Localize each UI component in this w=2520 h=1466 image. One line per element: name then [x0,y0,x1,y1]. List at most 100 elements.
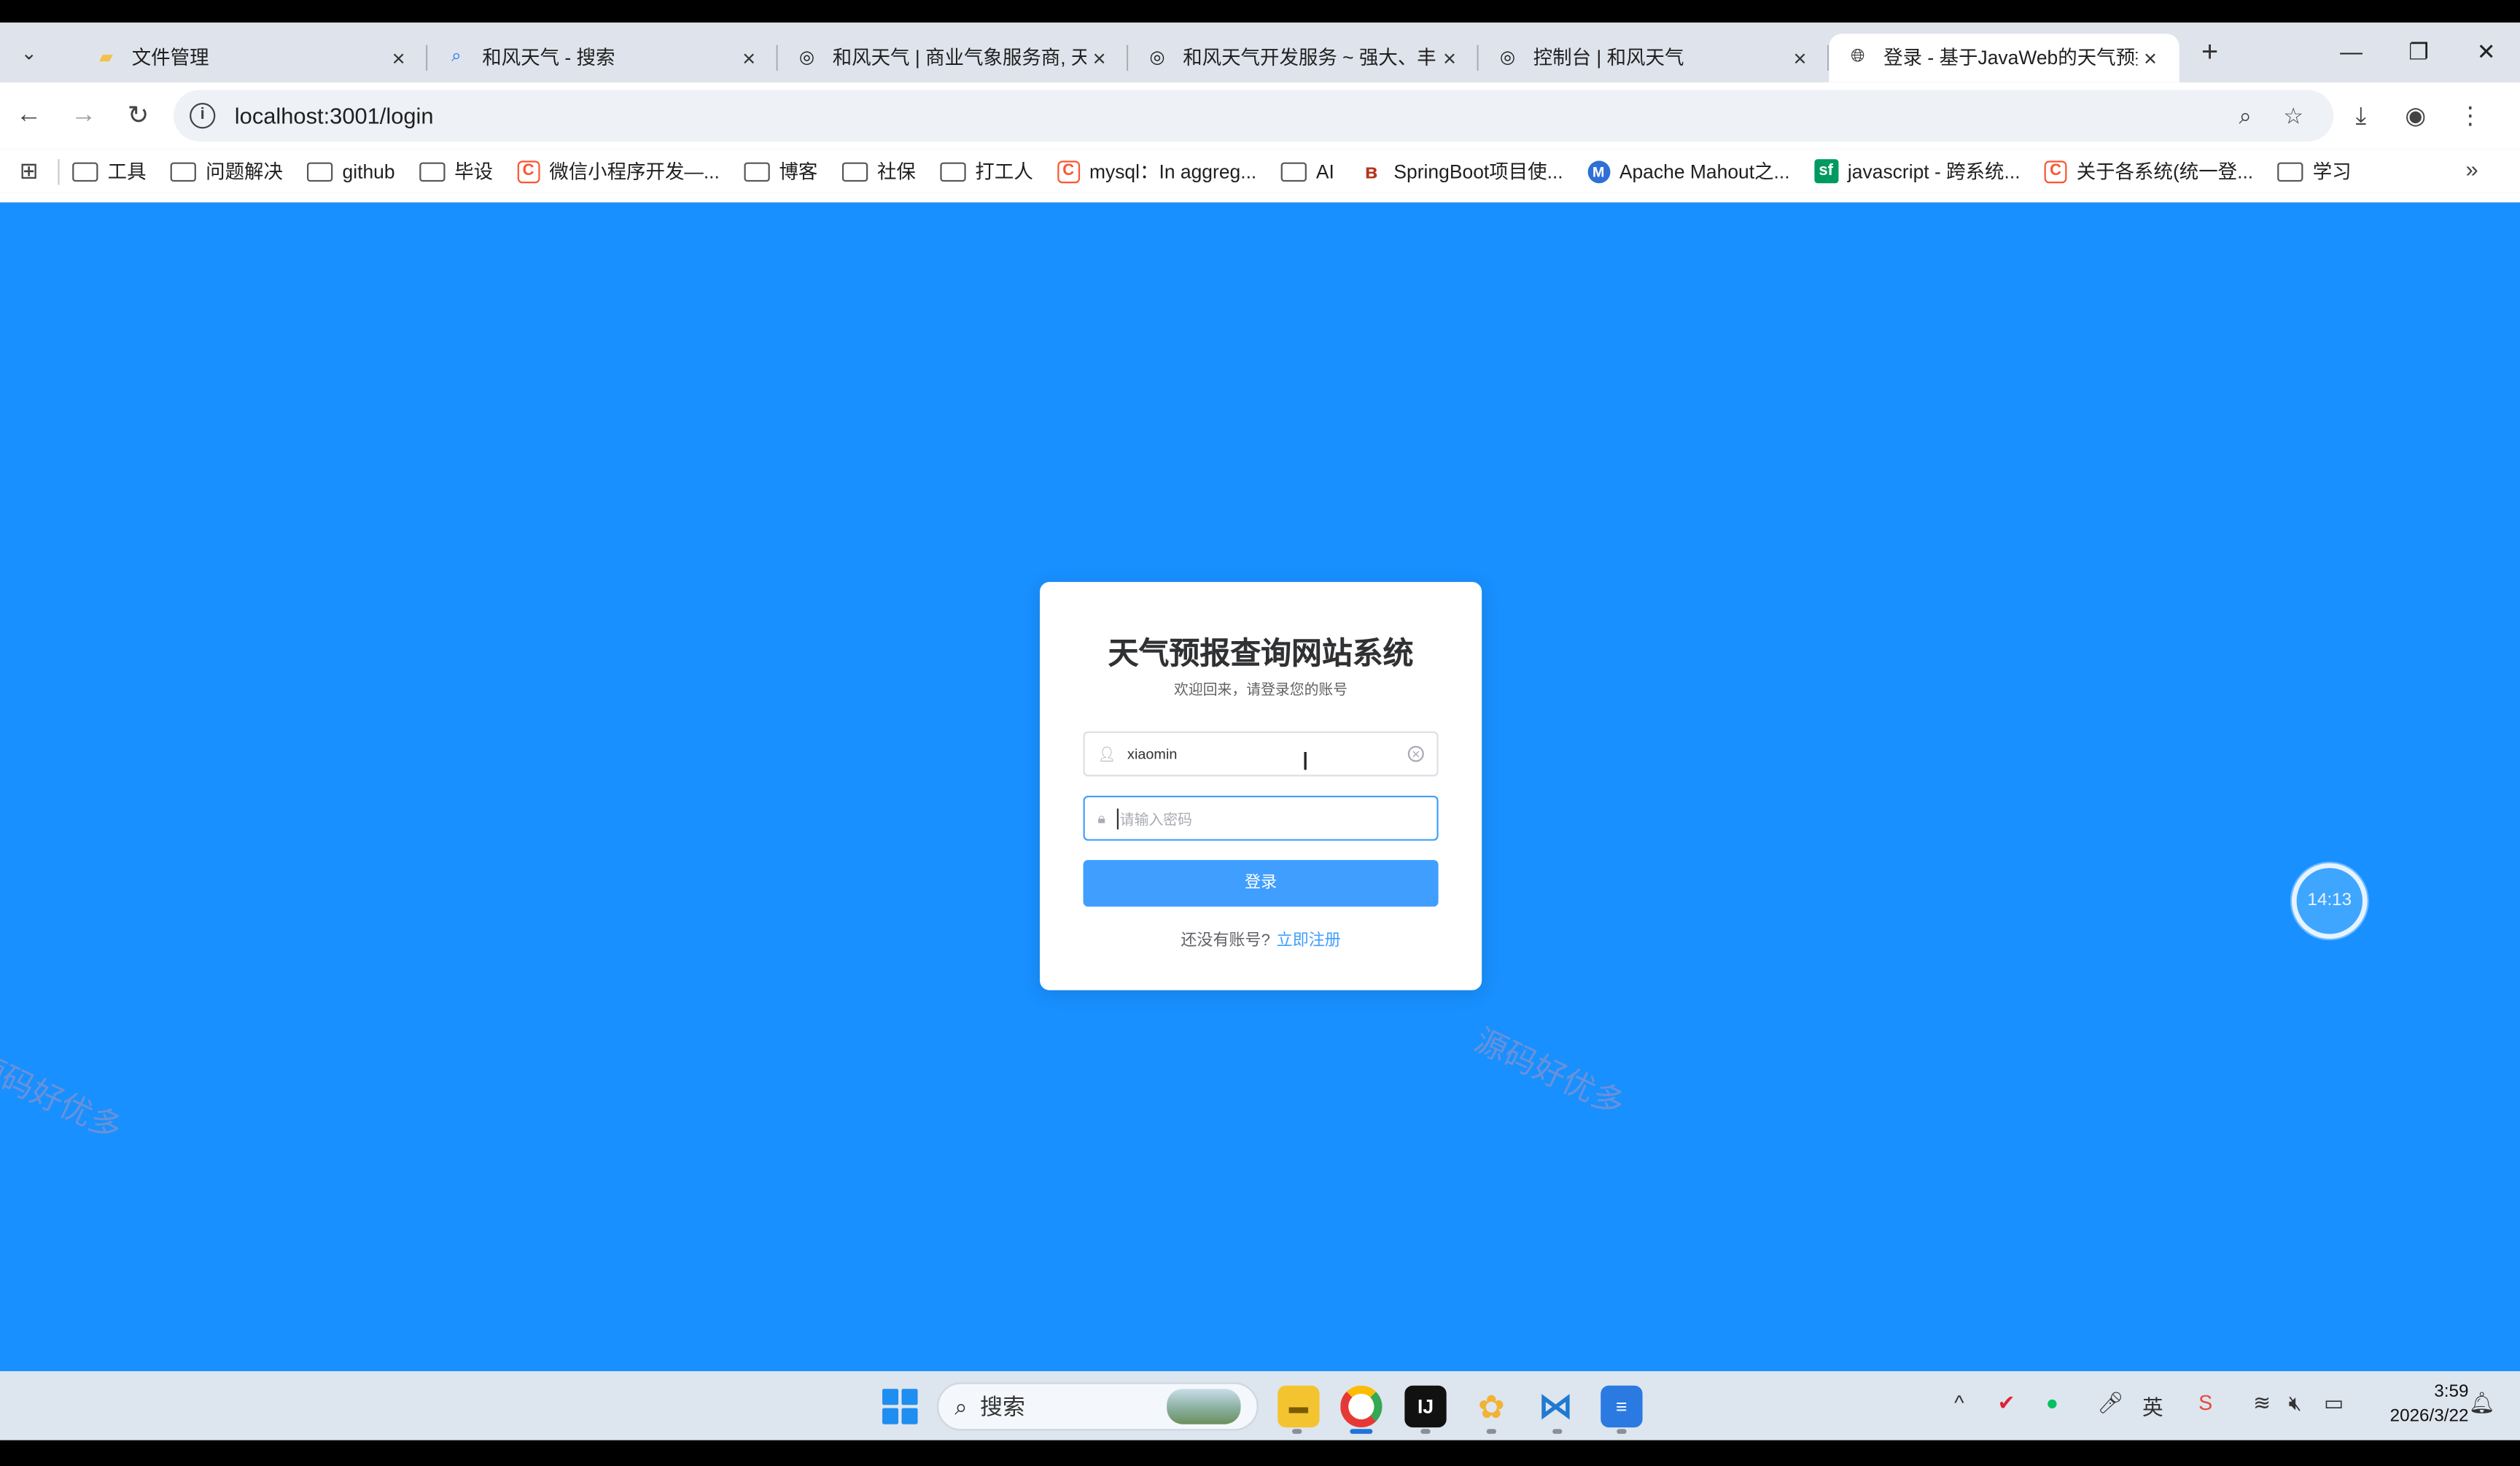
bookmark-item[interactable]: github [307,160,395,182]
address-bar[interactable]: i localhost:3001/login ⌕ ☆ [174,90,2334,141]
taskbar-search-text[interactable]: 搜索 [980,1390,1167,1422]
antivirus-icon[interactable]: ✔︎ [1998,1390,2015,1416]
vscode-icon[interactable]: ⋈ [1535,1386,1576,1427]
baidu-netdisk-icon[interactable]: ✿ [1471,1386,1512,1427]
bookmark-star-icon[interactable]: ☆ [2269,102,2317,129]
folder-icon: ▰ [99,48,113,68]
intellij-icon[interactable]: IJ [1404,1385,1447,1428]
menu-icon[interactable]: ⋮ [2443,101,2497,130]
folder-icon [170,161,196,181]
username-value[interactable]: xiaomin [1127,746,1408,762]
tab-search-button[interactable]: ⌄ [9,33,48,71]
bookmark-item[interactable]: C 微信小程序开发—... [517,158,720,185]
bookmark-item[interactable]: 社保 [841,158,916,185]
wechat-icon[interactable]: ● [2046,1390,2058,1414]
bookmark-item[interactable]: 学习 [2277,158,2352,185]
running-indicator [1552,1429,1563,1434]
bookmarks-divider [58,158,60,185]
running-indicator [1486,1429,1496,1434]
site-favicon-icon: ʙ [1364,159,1378,184]
reload-button[interactable]: ↻ [112,100,164,132]
bookmark-item[interactable]: 问题解决 [170,158,283,185]
search-icon: ⌕ [451,46,462,66]
site-info-icon[interactable]: i [190,103,216,129]
browser-tab[interactable]: 🌐︎ 登录 - 基于JavaWeb的天气预报 × [1829,33,2179,82]
tab-close-icon[interactable]: × [386,44,411,70]
notepad-icon[interactable]: ≡ [1601,1385,1643,1428]
close-window-icon[interactable]: ✕ [2452,23,2520,82]
back-button[interactable]: ← [3,101,55,131]
password-field[interactable]: 🔒︎ 请输入密码 [1083,795,1439,841]
login-button[interactable]: 登录 [1083,860,1439,907]
register-row: 还没有账号? 立即注册 [1040,926,1482,950]
screen-bottom-bar [0,1440,2520,1466]
zoom-icon[interactable]: ⌕ [2221,102,2269,129]
forward-button[interactable]: → [58,101,109,131]
folder-icon [841,161,868,181]
volume-muted-icon[interactable]: 🔇︎ [2289,1390,2302,1416]
new-tab-button[interactable]: + [2189,35,2231,69]
bookmark-item[interactable]: Cmysql：In aggreg... [1057,158,1256,185]
browser-tab[interactable]: ⌕ 和风天气 - 搜索 × [427,33,778,81]
tab-close-icon[interactable]: × [1787,44,1813,70]
browser-tab-strip: ⌄ ▰ 文件管理 × ⌕ 和风天气 - 搜索 × ◎ 和风天气 | 商业气象服务商, 天 × ◎ 和… [0,22,2520,82]
bookmark-label: 微信小程序开发—... [549,160,720,184]
restore-icon[interactable]: ❐ [2385,23,2453,82]
tab-close-icon[interactable]: × [1436,44,1462,70]
ime-indicator[interactable]: 英 [2142,1390,2163,1421]
bookmark-item[interactable]: AI [1280,160,1334,182]
register-link[interactable]: 立即注册 [1277,932,1341,950]
bookmark-item[interactable]: 打工人 [939,158,1033,185]
system-clock[interactable]: 3:59 2026/3/22 [2362,1381,2469,1429]
browser-toolbar: ← → ↻ i localhost:3001/login ⌕ ☆ ⤓ ◉ ⋮ [0,82,2520,150]
bookmark-item[interactable]: 毕设 [419,158,493,185]
bookmark-item[interactable]: C 关于各系统(统一登... [2044,158,2253,185]
more-bookmarks-icon[interactable]: » [2466,156,2478,182]
running-indicator [1292,1429,1302,1434]
download-icon[interactable]: ⤓ [2333,102,2388,129]
url-text[interactable]: localhost:3001/login [235,103,2221,128]
bookmark-label: 毕设 [454,160,494,184]
running-indicator [1420,1429,1431,1434]
tab-close-icon[interactable]: × [736,44,761,70]
bookmark-label: 问题解决 [206,160,283,184]
microphone-icon[interactable]: 🎤︎ [2097,1390,2123,1416]
browser-tab[interactable]: ◎ 和风天气开发服务 ~ 强大、丰 × [1128,33,1479,81]
bookmark-item[interactable]: M Apache Mahout之... [1587,158,1790,185]
password-placeholder[interactable]: 请输入密码 [1116,807,1423,829]
file-explorer-icon[interactable]: ▬ [1278,1385,1320,1428]
windows-start-icon[interactable] [882,1389,918,1424]
csdn-icon: C [1057,160,1080,183]
bookmark-label: 学习 [2312,160,2352,184]
browser-tab[interactable]: ◎ 和风天气 | 商业气象服务商, 天 × [778,33,1129,81]
register-prompt: 还没有账号? [1181,932,1270,950]
username-field[interactable]: 👤︎ xiaomin × [1083,731,1439,777]
battery-icon[interactable]: ▭ [2324,1390,2344,1416]
clear-input-icon[interactable]: × [1407,745,1424,762]
bookmark-item[interactable]: 博客 [743,158,817,185]
notification-bell-icon[interactable]: 🔔︎ [2468,1390,2494,1416]
taskbar-search[interactable]: ⌕ 搜索 [936,1382,1259,1431]
tab-title: 控制台 | 和风天气 [1533,46,1684,69]
bookmark-item[interactable]: ʙ SpringBoot项目使... [1358,158,1563,185]
bookmark-item[interactable]: sf javascript - 跨系统... [1813,158,2021,185]
bookmark-item[interactable]: 工具 [72,158,147,185]
folder-icon [419,161,445,181]
tab-close-icon[interactable]: × [1086,44,1112,70]
apps-grid-icon[interactable]: ⊞ [0,158,58,185]
tray-chevron-up-icon[interactable]: ^ [1954,1390,1964,1414]
chrome-icon[interactable] [1340,1385,1382,1428]
mahout-icon: M [1587,160,1610,183]
profile-icon[interactable]: ◉ [2388,101,2443,130]
bookmark-label: AI [1315,160,1334,183]
bookmark-label: javascript - 跨系统... [1847,160,2021,184]
floating-timer[interactable]: 14:13 [2292,863,2368,939]
minimize-icon[interactable]: — [2317,23,2385,82]
folder-icon [307,161,333,181]
browser-tab[interactable]: ◎ 控制台 | 和风天气 × [1479,33,1829,81]
tab-close-icon[interactable]: × [2137,44,2163,70]
wifi-icon[interactable]: ≋ [2253,1390,2271,1416]
browser-tab[interactable]: ▰ 文件管理 × [77,33,428,81]
app-tray-icon[interactable]: S [2198,1390,2212,1414]
login-page: 源码好优多 源码好优多 天气预报查询网站系统 欢迎回来，请登录您的账号 👤︎ x… [0,202,2520,1371]
